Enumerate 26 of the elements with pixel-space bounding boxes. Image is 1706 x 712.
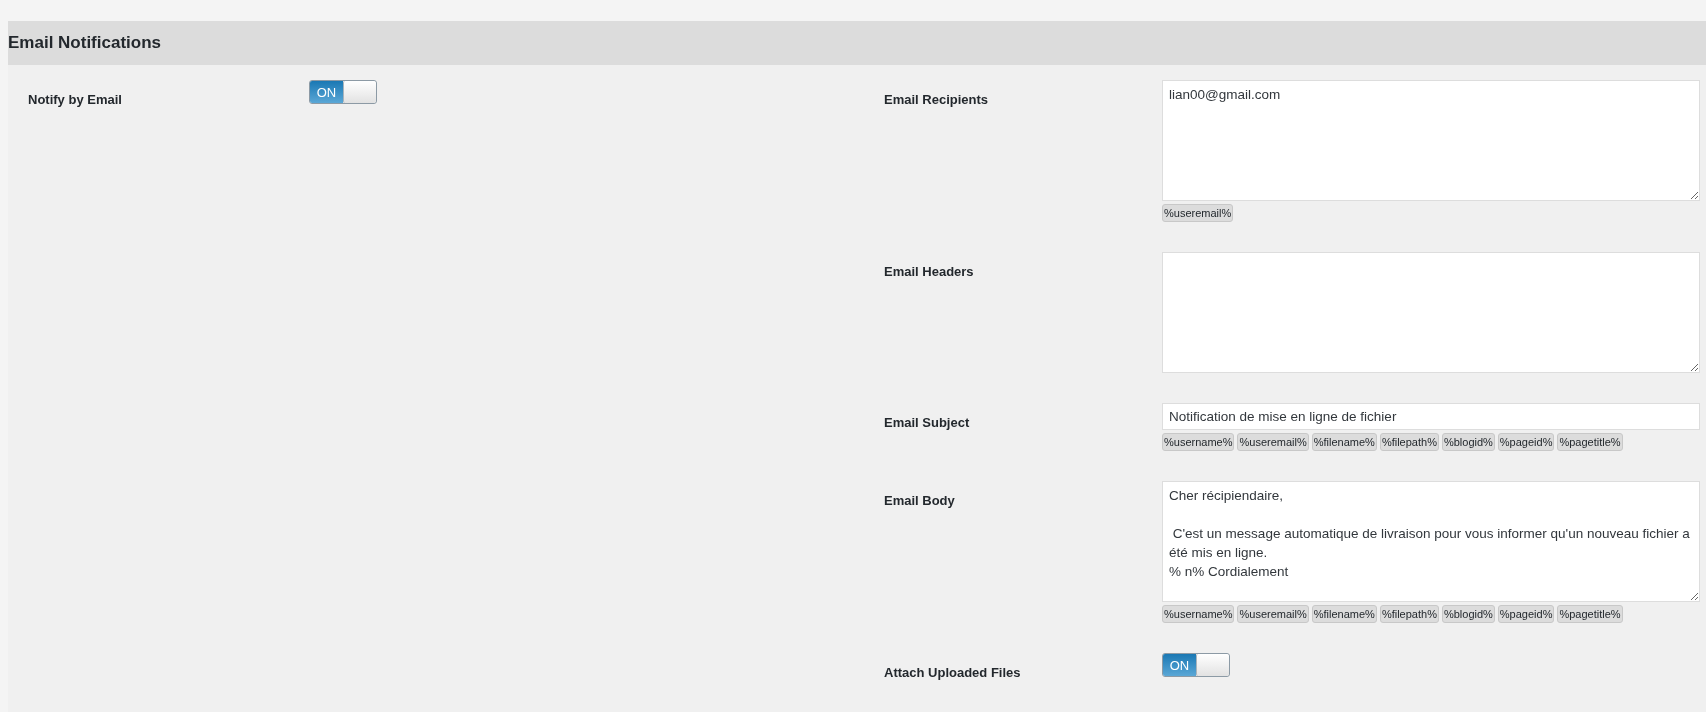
variable-tag[interactable]: %filename% <box>1311 605 1377 623</box>
field-label: Notify by Email <box>28 91 123 107</box>
textarea-field[interactable]: Cher récipiendaire, C'est un message automatique de livraison pour vous informer qu'un nouveau fichier a été mis en ligne. % n% Cordialement <box>1162 481 1700 602</box>
field-label: Email Headers <box>884 263 975 281</box>
field-label: Attach Uploaded Files <box>884 664 1022 680</box>
variable-tag[interactable]: %pagetitle% <box>1557 605 1623 623</box>
variable-tag[interactable]: %filepath% <box>1379 605 1439 623</box>
variable-tag[interactable]: %filepath% <box>1379 433 1439 451</box>
variable-tag[interactable]: %pagetitle% <box>1557 433 1623 451</box>
variable-tag[interactable]: %filename% <box>1311 433 1377 451</box>
variable-tag[interactable]: %useremail% <box>1162 204 1234 222</box>
variable-tag[interactable]: %username% <box>1162 433 1235 451</box>
field-label: Email Recipients <box>884 91 990 109</box>
variable-tag[interactable]: %useremail% <box>1237 605 1309 623</box>
textarea-field[interactable]: lian00@gmail.com <box>1162 80 1700 201</box>
variable-tag[interactable]: %pageid% <box>1497 605 1555 623</box>
variable-tag[interactable]: %useremail% <box>1237 433 1309 451</box>
text-field[interactable]: Notification de mise en ligne de fichier <box>1162 403 1700 430</box>
variable-tag[interactable]: %pageid% <box>1497 433 1555 451</box>
field-label: Email Body <box>884 492 956 510</box>
section-title: Email Notifications <box>8 33 162 53</box>
textarea-field[interactable] <box>1162 252 1700 373</box>
variable-tag[interactable]: %blogid% <box>1441 433 1495 451</box>
field-label: Email Subject <box>884 414 971 432</box>
variable-tag[interactable]: %username% <box>1162 605 1235 623</box>
variable-tag[interactable]: %blogid% <box>1441 605 1495 623</box>
